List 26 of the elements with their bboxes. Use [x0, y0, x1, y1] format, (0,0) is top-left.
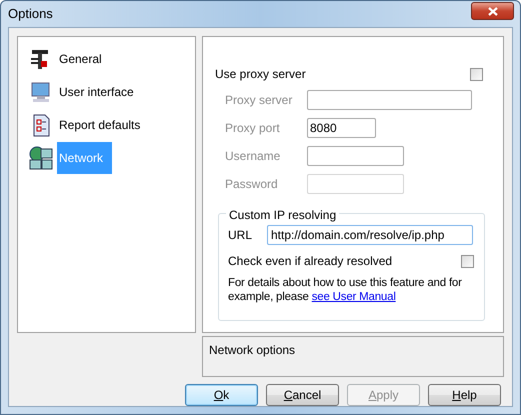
dialog-button[interactable]: Cancel	[266, 384, 339, 406]
sidebar-item[interactable]: User interface	[57, 83, 136, 101]
description-text: Network options	[209, 343, 296, 357]
network-icon	[28, 145, 54, 171]
close-icon	[488, 6, 498, 16]
window-title: Options	[8, 5, 53, 24]
field-label: Username	[224, 148, 282, 165]
help-text: For details about how to use this feature and for example, please see User Manual	[228, 276, 463, 304]
checkbox-label: Check even if already resolved	[228, 253, 392, 270]
dialog-button[interactable]: Help	[428, 384, 501, 406]
field-label: URL	[228, 227, 254, 244]
dialog-button[interactable]: Ok	[185, 384, 258, 406]
field-label: Password	[224, 176, 279, 193]
url-field[interactable]: http://domain.com/resolve/ip.php	[267, 225, 473, 245]
checkbox[interactable]	[461, 254, 474, 268]
manual-link[interactable]: see User Manual	[312, 291, 396, 303]
input-field[interactable]: 8080	[307, 118, 376, 138]
input-field[interactable]	[307, 90, 472, 110]
field-label: Proxy server	[224, 92, 294, 109]
input-field[interactable]	[307, 146, 404, 166]
close-button[interactable]	[471, 2, 514, 20]
sidebar-item[interactable]: General	[57, 50, 104, 68]
checkbox[interactable]	[470, 68, 483, 80]
sidebar-item[interactable]: Report defaults	[57, 116, 142, 134]
checkbox-label: Use proxy server	[215, 66, 306, 83]
field-label: Proxy port	[224, 120, 281, 137]
